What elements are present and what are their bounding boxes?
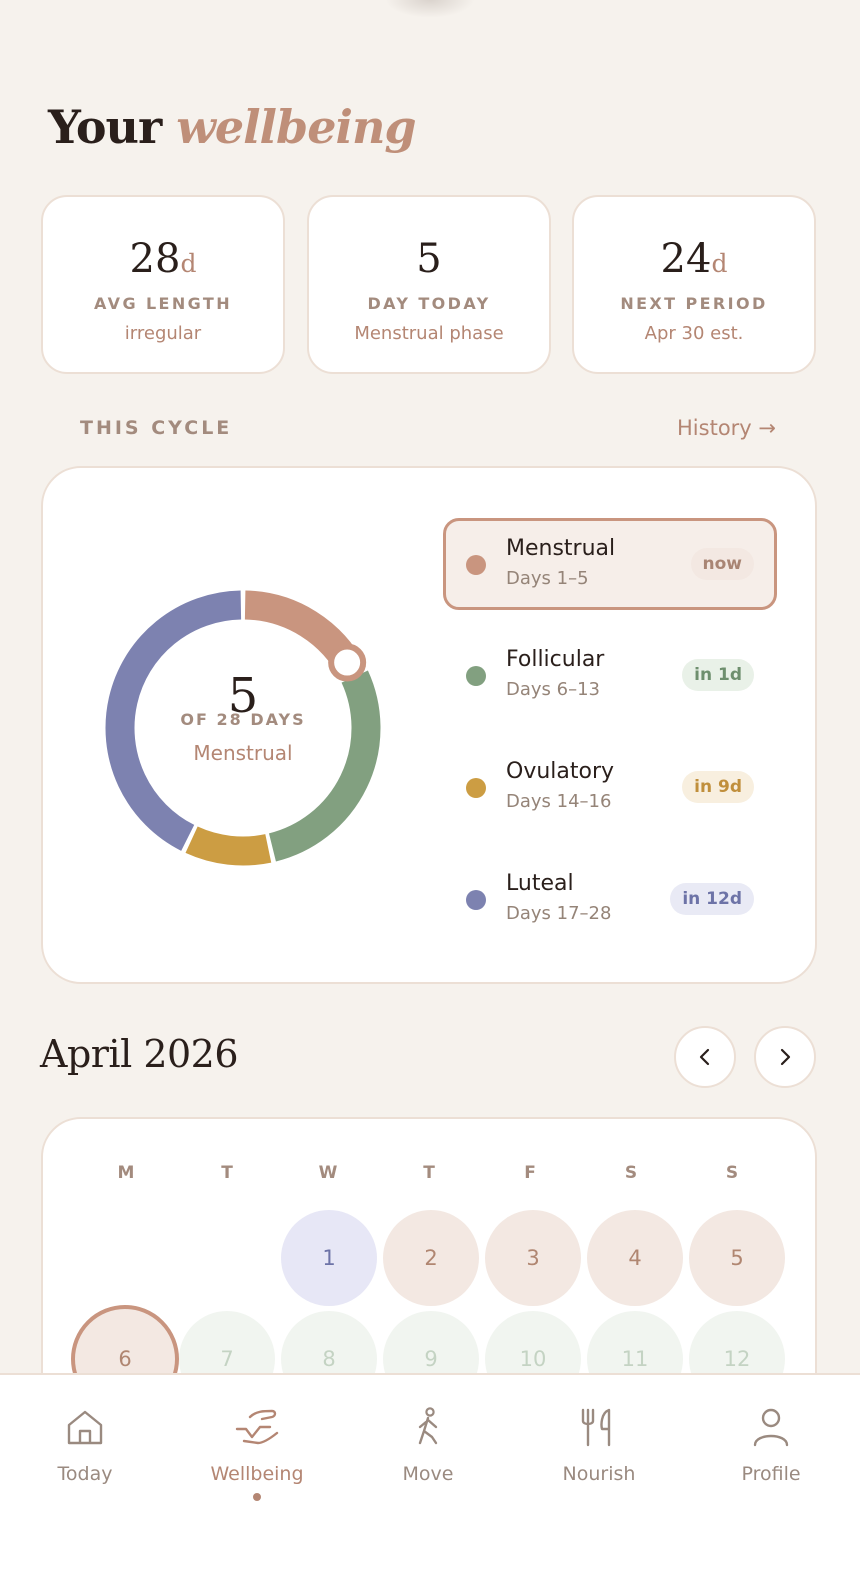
- cycle-total-label: OF 28 DAYS: [180, 710, 306, 729]
- bottom-tab-bar: Today Wellbeing Move Nourish Profile: [0, 1373, 860, 1574]
- phase-name: Menstrual: [506, 536, 616, 561]
- weekday-label: M: [117, 1163, 135, 1183]
- stat-label: AVG LENGTH: [93, 294, 233, 313]
- stat-sub: Apr 30 est.: [644, 323, 744, 344]
- calendar-day[interactable]: 1: [281, 1210, 377, 1306]
- stat-card-next-period[interactable]: 24d NEXT PERIOD Apr 30 est.: [572, 195, 816, 374]
- month-title: April 2026: [40, 1032, 239, 1076]
- tab-label: Move: [402, 1463, 454, 1485]
- page-title: Your wellbeing: [48, 100, 417, 154]
- tab-label: Profile: [741, 1463, 801, 1485]
- chevron-right-icon: [780, 1048, 791, 1066]
- stat-value: 28d: [129, 236, 197, 282]
- tab-label: Today: [57, 1463, 113, 1485]
- cycle-card: 5 OF 28 DAYS Menstrual Menstrual Days 1–…: [41, 466, 817, 984]
- weekday-label: F: [524, 1163, 536, 1183]
- pull-handle: [385, 0, 475, 18]
- chevron-left-icon: [699, 1048, 710, 1066]
- calendar-day[interactable]: 4: [587, 1210, 683, 1306]
- weekday-label: T: [221, 1163, 233, 1183]
- phase-badge: in 12d: [670, 883, 754, 915]
- tab-label: Nourish: [562, 1463, 636, 1485]
- tab-profile[interactable]: Profile: [711, 1407, 831, 1485]
- stat-label: DAY TODAY: [367, 294, 491, 313]
- phase-dot: [466, 890, 486, 910]
- donut-center: 5 OF 28 DAYS Menstrual: [103, 668, 383, 765]
- phase-dot: [466, 666, 486, 686]
- phase-row-ovulatory[interactable]: Ovulatory Days 14–16 in 9d: [443, 741, 777, 833]
- tab-label: Wellbeing: [210, 1463, 304, 1485]
- phase-days: Days 6–13: [506, 679, 600, 700]
- stat-card-avg-length[interactable]: 28d AVG LENGTH irregular: [41, 195, 285, 374]
- calendar-day[interactable]: 5: [689, 1210, 785, 1306]
- walking-figure-icon: [418, 1407, 438, 1445]
- tab-wellbeing[interactable]: Wellbeing: [197, 1407, 317, 1501]
- tab-nourish[interactable]: Nourish: [539, 1407, 659, 1485]
- calendar-day[interactable]: 2: [383, 1210, 479, 1306]
- section-label-this-cycle: THIS CYCLE: [80, 417, 233, 439]
- phase-dot: [466, 555, 486, 575]
- next-month-button[interactable]: [754, 1026, 816, 1088]
- stat-value: 24d: [660, 236, 728, 282]
- phase-days: Days 17–28: [506, 903, 612, 924]
- weekday-label: S: [725, 1163, 739, 1183]
- weekday-label: S: [624, 1163, 638, 1183]
- phase-badge: in 9d: [682, 771, 754, 803]
- active-tab-indicator: [253, 1493, 261, 1501]
- weekday-label: W: [318, 1163, 338, 1183]
- wellbeing-hands-icon: [235, 1409, 279, 1445]
- phase-row-menstrual[interactable]: Menstrual Days 1–5 now: [443, 518, 777, 610]
- phase-badge: now: [690, 548, 754, 580]
- current-phase-label: Menstrual: [193, 741, 293, 765]
- phase-days: Days 1–5: [506, 568, 589, 589]
- home-icon: [67, 1410, 103, 1445]
- phase-dot: [466, 778, 486, 798]
- stat-sub: irregular: [124, 323, 202, 344]
- stat-sub: Menstrual phase: [354, 323, 504, 344]
- phase-days: Days 14–16: [506, 791, 612, 812]
- calendar-card: M T W T F S S 1 2 3 4 5 6 7 8 9 10 11 12: [41, 1117, 817, 1417]
- phase-name: Ovulatory: [506, 759, 615, 784]
- phase-badge: in 1d: [682, 659, 754, 691]
- phase-name: Follicular: [506, 647, 605, 672]
- phase-row-follicular[interactable]: Follicular Days 6–13 in 1d: [443, 629, 777, 721]
- page-title-accent: wellbeing: [176, 100, 416, 154]
- weekday-label: T: [423, 1163, 435, 1183]
- stat-value: 5: [416, 236, 442, 282]
- phase-name: Luteal: [506, 871, 574, 896]
- calendar-day[interactable]: 3: [485, 1210, 581, 1306]
- stat-label: NEXT PERIOD: [620, 294, 768, 313]
- prev-month-button[interactable]: [674, 1026, 736, 1088]
- fork-knife-icon: [581, 1408, 611, 1447]
- phase-row-luteal[interactable]: Luteal Days 17–28 in 12d: [443, 853, 777, 945]
- person-icon: [753, 1408, 789, 1447]
- donut-segment-ovulatory: [185, 826, 272, 866]
- stat-card-day-today[interactable]: 5 DAY TODAY Menstrual phase: [307, 195, 551, 374]
- tab-today[interactable]: Today: [25, 1407, 145, 1485]
- tab-move[interactable]: Move: [368, 1407, 488, 1485]
- history-link[interactable]: History →: [677, 416, 776, 440]
